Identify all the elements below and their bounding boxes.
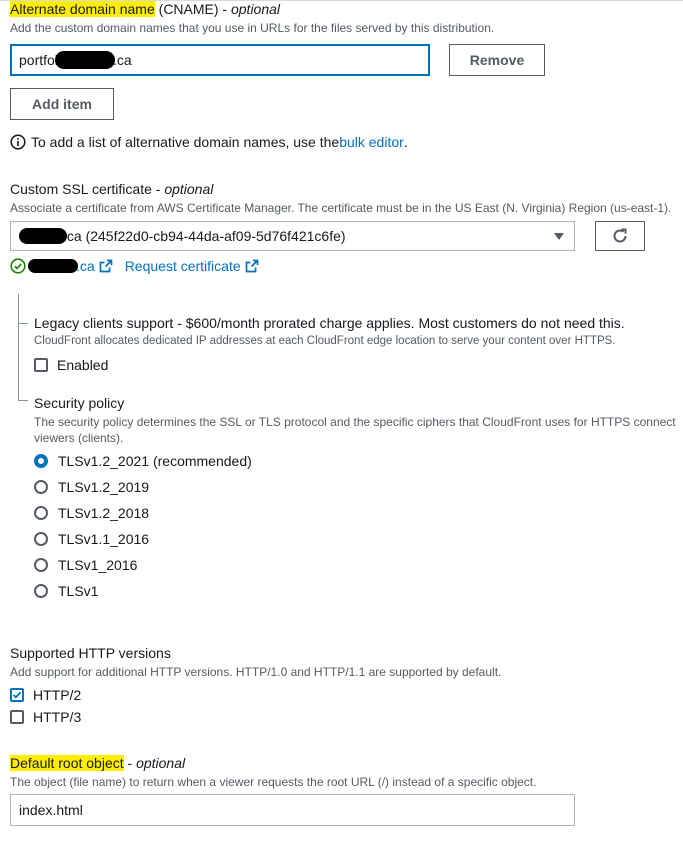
radio-button[interactable] bbox=[34, 532, 48, 546]
root-object-value: index.html bbox=[19, 802, 83, 818]
info-text: To add a list of alternative domain name… bbox=[31, 134, 340, 150]
cname-info: To add a list of alternative domain name… bbox=[10, 134, 408, 150]
success-check-icon bbox=[10, 258, 26, 274]
radio-button[interactable] bbox=[34, 480, 48, 494]
http3-checkbox-row[interactable]: HTTP/3 bbox=[10, 709, 81, 725]
bulk-editor-link[interactable]: bulk editor bbox=[339, 134, 404, 150]
remove-button[interactable]: Remove bbox=[449, 44, 545, 76]
radio-label: TLSv1.1_2016 bbox=[58, 531, 150, 547]
http3-checkbox[interactable] bbox=[10, 710, 24, 724]
radio-label: TLSv1 bbox=[58, 583, 99, 599]
radio-label: TLSv1.2_2018 bbox=[58, 505, 150, 521]
http-versions-description: Add support for additional HTTP versions… bbox=[10, 665, 502, 679]
security-policy-description-2: viewers (clients). bbox=[34, 431, 124, 445]
root-object-label: Default root object - optional bbox=[10, 755, 185, 771]
tree-vertical-line bbox=[18, 294, 19, 400]
info-end: . bbox=[403, 134, 408, 150]
http2-checkbox-row[interactable]: HTTP/2 bbox=[10, 687, 81, 703]
legacy-enabled-label: Enabled bbox=[57, 357, 109, 373]
cname-label-main: Alternate domain name bbox=[10, 1, 155, 17]
radio-label: TLSv1_2016 bbox=[58, 557, 138, 573]
ssl-label-text: Custom SSL certificate - bbox=[10, 181, 165, 197]
http2-label: HTTP/2 bbox=[33, 687, 82, 703]
info-icon bbox=[10, 134, 26, 150]
certificate-select-value: .ca (245f22d0-cb94-44da-af09-5d76f421c6f… bbox=[63, 228, 346, 244]
root-object-label-rest: - bbox=[123, 755, 137, 771]
http-versions-label: Supported HTTP versions bbox=[10, 645, 171, 661]
redacted-block bbox=[28, 259, 78, 273]
external-link-icon bbox=[245, 259, 259, 273]
certificate-select[interactable]: .ca (245f22d0-cb94-44da-af09-5d76f421c6f… bbox=[10, 221, 575, 251]
http3-label: HTTP/3 bbox=[33, 709, 82, 725]
caret-down-icon bbox=[554, 233, 564, 240]
radio-button[interactable] bbox=[34, 584, 48, 598]
ssl-optional: optional bbox=[164, 181, 214, 197]
root-object-input[interactable]: index.html bbox=[10, 794, 575, 826]
legacy-enabled-checkbox[interactable] bbox=[34, 358, 48, 372]
certificate-link[interactable]: .ca bbox=[76, 258, 95, 274]
cname-optional: optional bbox=[230, 1, 281, 17]
root-object-description: The object (file name) to return when a … bbox=[10, 775, 537, 789]
legacy-description: CloudFront allocates dedicated IP addres… bbox=[34, 335, 616, 347]
cname-label: Alternate domain name (CNAME) - optional bbox=[10, 1, 280, 17]
cname-description: Add the custom domain names that you use… bbox=[10, 21, 495, 35]
radio-label: TLSv1.2_2019 bbox=[58, 479, 150, 495]
http2-checkbox[interactable] bbox=[10, 688, 24, 702]
radio-option[interactable]: TLSv1.1_2016 bbox=[34, 531, 149, 547]
radio-option[interactable]: TLSv1.2_2019 bbox=[34, 479, 149, 495]
root-object-label-main: Default root object bbox=[10, 755, 124, 771]
tree-branch-security bbox=[18, 400, 28, 401]
root-object-optional: optional bbox=[136, 755, 186, 771]
radio-button[interactable] bbox=[34, 506, 48, 520]
add-item-button[interactable]: Add item bbox=[10, 88, 114, 120]
security-policy-description-1: The security policy determines the SSL o… bbox=[34, 415, 676, 429]
radio-option[interactable]: TLSv1_2016 bbox=[34, 557, 137, 573]
radio-option[interactable]: TLSv1 bbox=[34, 583, 98, 599]
ssl-description: Associate a certificate from AWS Certifi… bbox=[10, 201, 672, 215]
radio-button[interactable] bbox=[34, 558, 48, 572]
redacted-block bbox=[55, 51, 116, 69]
tree-branch-legacy bbox=[18, 323, 28, 324]
refresh-icon bbox=[611, 227, 629, 245]
legacy-enabled-checkbox-row[interactable]: Enabled bbox=[34, 357, 108, 373]
radio-option[interactable]: TLSv1.2_2018 bbox=[34, 505, 149, 521]
external-link-icon bbox=[99, 259, 113, 273]
radio-option[interactable]: TLSv1.2_2021 (recommended) bbox=[34, 453, 252, 469]
cname-label-rest: (CNAME) - bbox=[154, 1, 231, 17]
certificate-status-row: .ca Request certificate bbox=[10, 258, 259, 274]
radio-button[interactable] bbox=[34, 454, 48, 468]
ssl-label: Custom SSL certificate - optional bbox=[10, 181, 213, 197]
cname-value-end: .ca bbox=[113, 52, 132, 68]
request-certificate-link[interactable]: Request certificate bbox=[125, 258, 241, 274]
refresh-button[interactable] bbox=[595, 221, 645, 251]
cname-input[interactable]: portfoli .ca bbox=[10, 44, 430, 76]
security-policy-label: Security policy bbox=[34, 395, 125, 411]
redacted-block bbox=[19, 228, 67, 244]
radio-label: TLSv1.2_2021 (recommended) bbox=[58, 453, 252, 469]
legacy-label: Legacy clients support - $600/month pror… bbox=[34, 315, 625, 331]
